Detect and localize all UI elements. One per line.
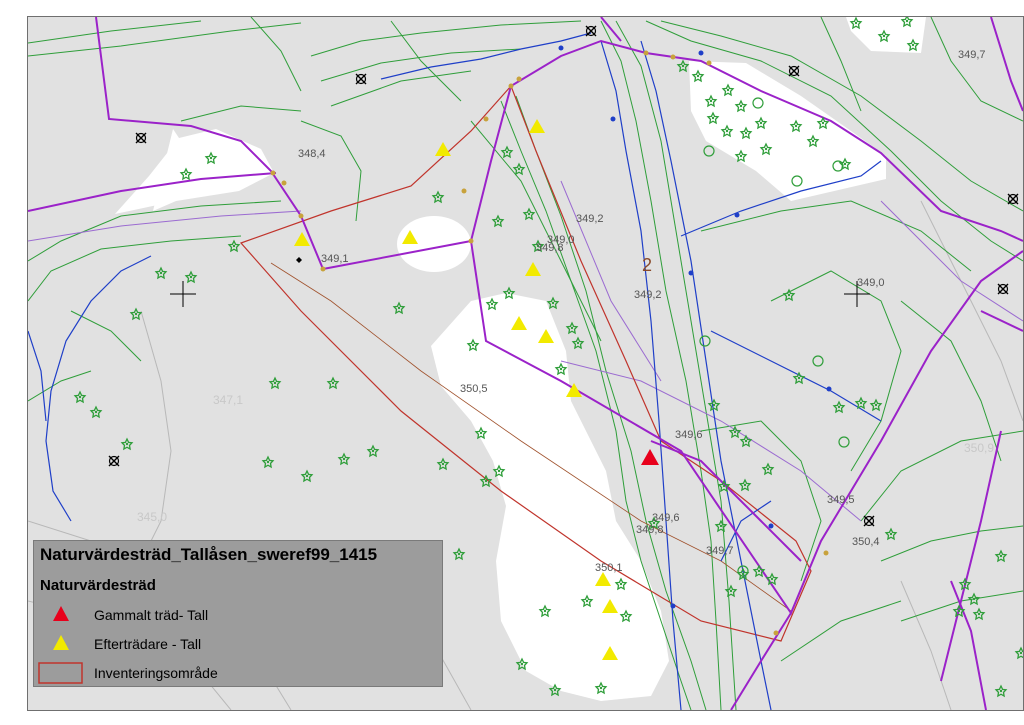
spot-height: 349,1	[321, 253, 349, 265]
spot-height: 345,0	[137, 510, 167, 524]
legend-label: Inventeringsområde	[94, 665, 218, 681]
spot-height: 349,2	[576, 213, 604, 225]
spot-height: 349,2	[634, 289, 662, 301]
legend-title: Naturvärdesträd_Tallåsen_sweref99_1415	[40, 545, 378, 564]
spot-height: 349,8	[636, 524, 664, 536]
spot-height: 350,5	[460, 383, 488, 395]
old-tree-icon[interactable]	[641, 449, 659, 465]
area-number: 2	[642, 255, 652, 275]
spot-height: 349,7	[958, 49, 986, 61]
red-triangle-icon	[53, 606, 69, 621]
legend-item-inventory-area: Inventeringsområde	[38, 661, 438, 685]
spot-height: 349,7	[706, 545, 734, 557]
spot-height: 350,9	[964, 441, 994, 455]
spot-height: 350,4	[852, 536, 880, 548]
legend-label: Efterträdare - Tall	[94, 636, 202, 652]
spot-height: 349,0	[857, 277, 885, 289]
successor-tree-icon[interactable]	[435, 142, 451, 156]
spot-height: 349,8	[536, 242, 564, 254]
legend-item-successor-tree: Efterträdare - Tall	[38, 632, 438, 656]
spot-height: 347,1	[213, 393, 243, 407]
yellow-triangle-icon	[53, 635, 69, 650]
map-legend: Naturvärdesträd_Tallåsen_sweref99_1415 N…	[33, 540, 443, 687]
legend-item-old-tree: Gammalt träd- Tall	[38, 603, 438, 627]
spot-height: 349,6	[675, 429, 703, 441]
spot-height: 350,1	[595, 562, 623, 574]
spot-height: 349,5	[827, 494, 855, 506]
inventory-area-icon	[38, 662, 83, 684]
successor-tree-icon[interactable]	[525, 262, 541, 276]
point-marker	[296, 257, 302, 263]
legend-subtitle: Naturvärdesträd	[40, 577, 156, 594]
successor-tree-icon[interactable]	[529, 119, 545, 133]
legend-label: Gammalt träd- Tall	[94, 607, 209, 623]
spot-height: 349,6	[652, 512, 680, 524]
spot-height: 348,4	[298, 148, 326, 160]
